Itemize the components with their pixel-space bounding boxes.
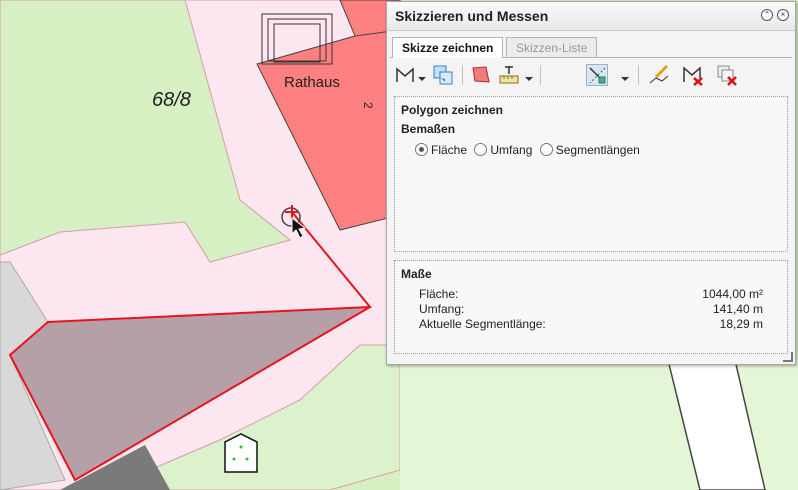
measure-value: 18,29 m [719, 317, 763, 331]
radio-flaeche[interactable] [415, 143, 428, 157]
measurements-section: Maße Fläche: 1044,00 m² Umfang: 141,40 m… [394, 260, 788, 354]
delete-sketch-icon[interactable] [682, 64, 704, 86]
chevron-down-icon[interactable] [525, 70, 533, 81]
measurements-title: Maße [401, 267, 432, 281]
measure-ruler-icon[interactable] [498, 64, 520, 86]
toolbar-separator [638, 65, 639, 85]
building-label: Rathaus [284, 74, 340, 91]
draw-line-icon[interactable] [394, 64, 416, 86]
tab-skizze-zeichnen[interactable]: Skizze zeichnen [392, 37, 504, 58]
edit-pen-icon[interactable] [648, 64, 670, 86]
radio-umfang[interactable] [474, 143, 488, 157]
draw-section-title: Polygon zeichnen [401, 103, 504, 117]
measure-row-segment: Aktuelle Segmentlänge: 18,29 m [419, 317, 763, 332]
toolbar-separator [540, 65, 541, 85]
measure-options: Fläche Umfang Segmentlängen [415, 142, 644, 157]
radio-umfang-label[interactable]: Umfang [490, 143, 532, 157]
edit-sketch-icon[interactable] [432, 64, 454, 86]
chevron-down-icon[interactable] [418, 70, 426, 81]
chevron-down-icon[interactable] [621, 70, 629, 81]
panel-header[interactable]: Skizzieren und Messen ⌃ × [387, 2, 795, 31]
measure-label: Aktuelle Segmentlänge: [419, 317, 546, 331]
panel-title: Skizzieren und Messen [395, 8, 549, 24]
measure-value: 1044,00 m² [702, 287, 763, 301]
measure-row-umfang: Umfang: 141,40 m [419, 302, 763, 317]
toolbar-separator [462, 65, 463, 85]
sketch-measure-panel: Skizzieren und Messen ⌃ × Skizze zeichne… [386, 1, 796, 365]
parcel-label: 68/8 [152, 89, 191, 111]
toolbar [390, 60, 792, 90]
collapse-icon[interactable]: ⌃ [761, 9, 773, 21]
resize-handle[interactable] [783, 352, 793, 362]
close-icon[interactable]: × [777, 9, 789, 21]
dot-icon [232, 457, 236, 461]
measure-label: Fläche: [419, 287, 459, 301]
draw-polygon-icon[interactable] [470, 64, 492, 86]
radio-segmentlaengen-label[interactable]: Segmentlängen [556, 143, 640, 157]
house-symbol-icon [224, 433, 258, 473]
measure-row-flaeche: Fläche: 1044,00 m² [419, 287, 763, 302]
radio-flaeche-label[interactable]: Fläche [431, 143, 467, 157]
radio-segmentlaengen[interactable] [539, 143, 553, 157]
measure-label: Umfang: [419, 302, 465, 316]
draw-section-subtitle: Bemaßen [401, 122, 456, 136]
snap-icon[interactable] [586, 64, 608, 86]
tab-bar: Skizze zeichnen Skizzen-Liste [390, 37, 792, 58]
measure-value: 141,40 m [712, 302, 763, 316]
delete-all-icon[interactable] [716, 64, 738, 86]
dot-icon [245, 457, 249, 461]
tab-skizzen-liste[interactable]: Skizzen-Liste [506, 37, 598, 57]
dot-icon [239, 445, 243, 449]
draw-section: Polygon zeichnen Bemaßen Fläche Umfang S… [394, 96, 788, 252]
house-number: 2 [361, 102, 375, 109]
